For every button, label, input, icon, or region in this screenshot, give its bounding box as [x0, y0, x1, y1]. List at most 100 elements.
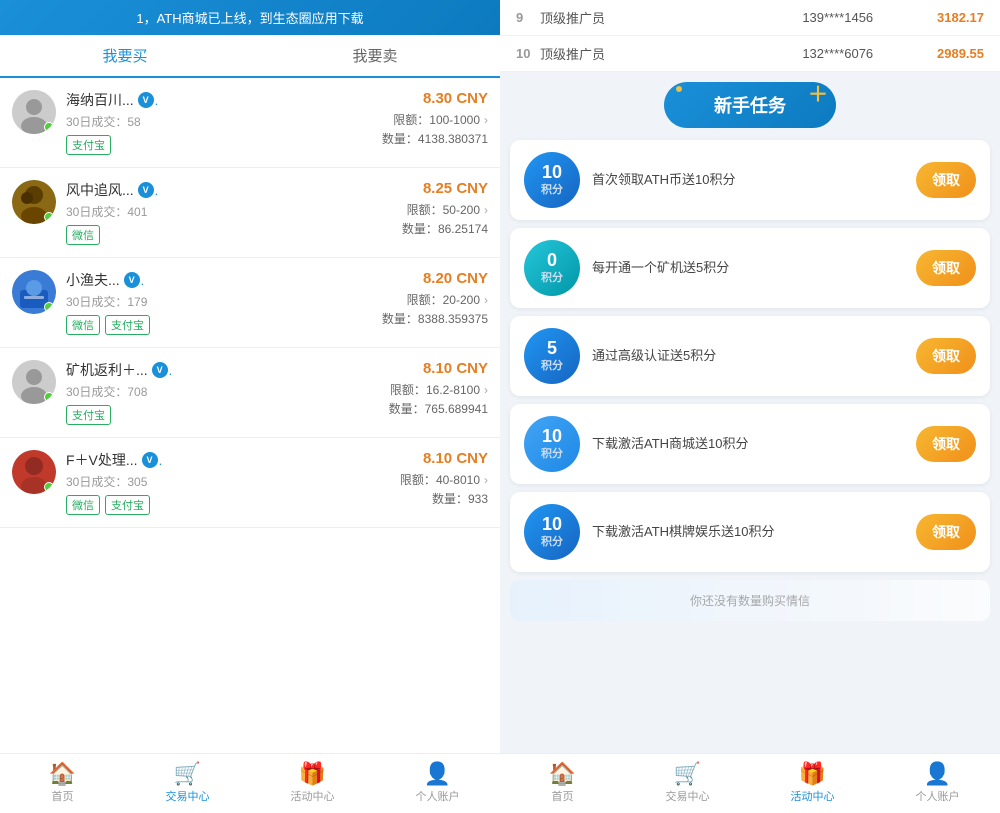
qty-row: 数量：4138.380371: [382, 130, 488, 147]
rank-phone: 139****1456: [739, 10, 938, 25]
nav-trade-label: 交易中心: [666, 788, 710, 804]
task-claim-button[interactable]: 领取: [916, 250, 976, 286]
payment-tag: 微信: [66, 225, 100, 245]
nav-activity-label: 活动中心: [291, 788, 335, 804]
limit-row: 限额：40 - 8010 ›: [400, 471, 488, 488]
home-icon: 🏠: [49, 763, 76, 785]
top-banner: 1，ATH商城已上线，到生态圈应用下载: [0, 0, 500, 35]
tab-buy[interactable]: 我要买: [0, 35, 250, 78]
nav-trade[interactable]: 🛒 交易中心: [125, 754, 250, 813]
qty-row: 数量：86.25174: [402, 220, 488, 237]
new-task-button[interactable]: 新手任务 ＋: [664, 82, 836, 128]
tasks-section: 新手任务 ＋ 10 积分 首次领取ATH币送10积分 领取 0 积分 每开通一个…: [500, 72, 1000, 753]
task-claim-button[interactable]: 领取: [916, 338, 976, 374]
payment-tag: 微信: [66, 315, 100, 335]
activity-icon: 🎁: [799, 763, 826, 785]
home-icon: 🏠: [549, 763, 576, 785]
task-desc: 下载激活ATH商城送10积分: [592, 434, 904, 454]
points-label: 积分: [541, 357, 563, 373]
rank-number: 9: [516, 10, 540, 25]
bottom-nav-left: 🏠 首页 🛒 交易中心 🎁 活动中心 👤 个人账户: [0, 753, 500, 813]
listing-item[interactable]: 矿机返利＋... V. 30日成交：708 支付宝 8.10 CNY 限额：16…: [0, 348, 500, 438]
listing-price: 8.10 CNY: [400, 450, 488, 467]
avatar: [12, 180, 56, 224]
nav-home-label: 首页: [552, 788, 574, 804]
rank-title: 顶级推广员: [540, 8, 739, 27]
points-num: 5: [547, 339, 557, 357]
task-desc: 首次领取ATH币送10积分: [592, 170, 904, 190]
online-indicator: [44, 392, 54, 402]
nav-activity-right[interactable]: 🎁 活动中心: [750, 754, 875, 813]
nav-account[interactable]: 👤 个人账户: [375, 754, 500, 813]
seller-name: 小渔夫...: [66, 270, 120, 290]
listing-price: 8.30 CNY: [382, 90, 488, 107]
listing-item[interactable]: 风中追风... V. 30日成交：401 微信 8.25 CNY 限额：50 -…: [0, 168, 500, 258]
task-desc: 通过高级认证送5积分: [592, 346, 904, 366]
qty-row: 数量：8388.359375: [382, 310, 488, 327]
payment-tag: 微信: [66, 495, 100, 515]
task-card: 10 积分 下载激活ATH商城送10积分 领取: [510, 404, 990, 484]
points-num: 10: [542, 515, 562, 533]
nav-trade-label: 交易中心: [166, 788, 210, 804]
listing-item[interactable]: F＋V处理... V. 30日成交：305 微信 支付宝 8.10 CNY 限额…: [0, 438, 500, 528]
task-points-badge: 0 积分: [524, 240, 580, 296]
task-claim-button[interactable]: 领取: [916, 514, 976, 550]
listing-info: F＋V处理... V. 30日成交：305 微信 支付宝: [66, 450, 392, 515]
rank-number: 10: [516, 46, 540, 61]
avatar: [12, 360, 56, 404]
task-points-badge: 5 积分: [524, 328, 580, 384]
verified-badge: V.: [124, 272, 145, 288]
seller-name: 海纳百川...: [66, 90, 134, 110]
trade-icon: 🛒: [674, 763, 701, 785]
verified-badge: V.: [152, 362, 173, 378]
points-label: 积分: [541, 269, 563, 285]
verified-badge: V.: [138, 182, 159, 198]
plus-icon: ＋: [808, 78, 828, 107]
trade-meta: 30日成交：401: [66, 203, 394, 220]
rank-score: 2989.55: [937, 46, 984, 61]
nav-home-right[interactable]: 🏠 首页: [500, 754, 625, 813]
listing-item[interactable]: 海纳百川... V. 30日成交：58 支付宝 8.30 CNY 限额：100 …: [0, 78, 500, 168]
task-claim-button[interactable]: 领取: [916, 162, 976, 198]
limit-row: 限额：20 - 200 ›: [382, 291, 488, 308]
trade-icon: 🛒: [174, 763, 201, 785]
partial-task-card: 你还没有数量购买情信: [510, 580, 990, 621]
payment-tags: 支付宝: [66, 135, 374, 155]
payment-tags: 微信: [66, 225, 394, 245]
payment-tag: 支付宝: [105, 315, 150, 335]
payment-tag: 支付宝: [66, 135, 111, 155]
account-icon: 👤: [924, 763, 951, 785]
left-panel: 1，ATH商城已上线，到生态圈应用下载 我要买 我要卖: [0, 0, 500, 813]
verified-badge: V.: [138, 92, 159, 108]
seller-name: F＋V处理...: [66, 450, 138, 470]
points-label: 积分: [541, 181, 563, 197]
trade-meta: 30日成交：58: [66, 113, 374, 130]
points-num: 0: [547, 251, 557, 269]
payment-tags: 支付宝: [66, 405, 381, 425]
payment-tag: 支付宝: [105, 495, 150, 515]
online-indicator: [44, 212, 54, 222]
task-points-badge: 10 积分: [524, 152, 580, 208]
limit-row: 限额：50 - 200 ›: [402, 201, 488, 218]
qty-row: 数量：933: [400, 490, 488, 507]
rank-phone: 132****6076: [739, 46, 938, 61]
nav-trade-right[interactable]: 🛒 交易中心: [625, 754, 750, 813]
points-label: 积分: [541, 533, 563, 549]
limit-row: 限额：100 - 1000 ›: [382, 111, 488, 128]
listing-item[interactable]: 小渔夫... V. 30日成交：179 微信 支付宝 8.20 CNY 限额：2…: [0, 258, 500, 348]
nav-home[interactable]: 🏠 首页: [0, 754, 125, 813]
listing-right: 8.20 CNY 限额：20 - 200 › 数量：8388.359375: [382, 270, 488, 327]
listing-info: 海纳百川... V. 30日成交：58 支付宝: [66, 90, 374, 155]
nav-account-right[interactable]: 👤 个人账户: [875, 754, 1000, 813]
nav-activity[interactable]: 🎁 活动中心: [250, 754, 375, 813]
listing-right: 8.10 CNY 限额：40 - 8010 › 数量：933: [400, 450, 488, 507]
tab-sell[interactable]: 我要卖: [250, 35, 500, 76]
listing-info: 矿机返利＋... V. 30日成交：708 支付宝: [66, 360, 381, 425]
payment-tags: 微信 支付宝: [66, 495, 392, 515]
task-claim-button[interactable]: 领取: [916, 426, 976, 462]
listing-right: 8.10 CNY 限额：16.2 - 8100 › 数量：765.689941: [389, 360, 488, 417]
new-task-header: 新手任务 ＋: [510, 82, 990, 128]
account-icon: 👤: [424, 763, 451, 785]
trade-meta: 30日成交：179: [66, 293, 374, 310]
nav-home-label: 首页: [52, 788, 74, 804]
